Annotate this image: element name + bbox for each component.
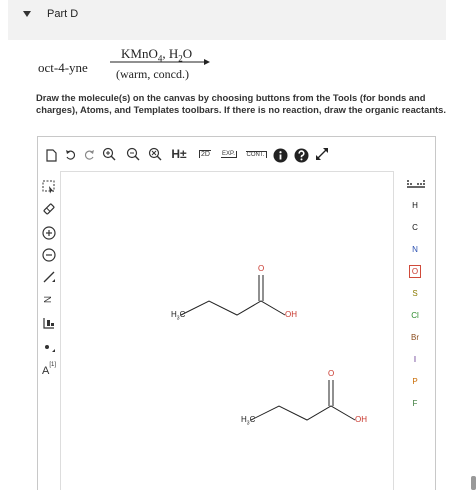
molecule-1-methyl-label: H3C — [171, 310, 186, 322]
atom-panel: H C N O S Cl Br I P F — [397, 171, 435, 490]
two-d-label: 2D — [199, 150, 211, 158]
atom-label-tool-superscript: [1] — [49, 362, 56, 368]
periodic-table-icon[interactable] — [407, 177, 425, 188]
atom-nitrogen[interactable]: N — [397, 245, 433, 254]
negative-charge-icon[interactable] — [38, 245, 60, 265]
reaction-arrow-icon — [110, 59, 210, 65]
molecule-editor: H± 2D EXP. CONT. N A [1] H3C O OH H3C O … — [37, 136, 436, 490]
expand-button[interactable]: EXP. — [218, 146, 240, 162]
zoom-out-icon[interactable] — [125, 146, 141, 162]
template-icon[interactable] — [38, 313, 60, 333]
help-icon[interactable] — [293, 147, 309, 163]
collapse-triangle-icon[interactable] — [23, 11, 31, 17]
molecule-1-hydroxyl: OH — [285, 310, 297, 319]
atom-label-tool-text: A — [41, 365, 50, 377]
info-icon[interactable] — [272, 147, 288, 163]
contract-button[interactable]: CONT. — [242, 146, 270, 162]
instructions: Draw the molecule(s) on the canvas by ch… — [36, 92, 446, 115]
contract-label: CONT. — [245, 150, 267, 158]
molecule-2-hydroxyl: OH — [355, 415, 367, 424]
radical-dot-icon[interactable] — [38, 337, 60, 357]
reaction-conditions: (warm, concd.) — [116, 67, 189, 81]
zoom-in-icon[interactable] — [101, 146, 117, 162]
expand-label: EXP. — [221, 150, 237, 158]
positive-charge-icon[interactable] — [38, 223, 60, 243]
atom-iodine[interactable]: I — [397, 355, 433, 364]
top-toolbar: H± 2D EXP. CONT. — [38, 137, 435, 171]
two-d-button[interactable]: 2D — [194, 146, 216, 162]
redo-icon[interactable] — [82, 147, 96, 163]
drawing-canvas[interactable]: H3C O OH H3C O OH — [60, 171, 394, 490]
atom-carbon[interactable]: C — [397, 223, 433, 232]
atom-sulfur[interactable]: S — [397, 289, 433, 298]
atom-label-tool[interactable]: A [1] — [38, 357, 60, 379]
molecule-2-methyl-label: H3C — [241, 415, 256, 427]
molecule-1-carbonyl-oxygen: O — [258, 264, 265, 273]
part-header[interactable]: Part D — [8, 0, 446, 40]
nitrogen-tool-label: N — [43, 295, 55, 303]
new-document-icon[interactable] — [44, 147, 58, 163]
molecule-2-carbonyl-oxygen: O — [328, 369, 335, 378]
reactant-name: oct-4-yne — [38, 60, 88, 75]
molecule-2-bonds — [250, 380, 356, 421]
atom-hydrogen[interactable]: H — [397, 201, 433, 210]
fullscreen-icon[interactable] — [314, 146, 330, 162]
selection-tool-icon[interactable] — [38, 177, 60, 197]
atom-chlorine[interactable]: Cl — [397, 311, 433, 320]
atom-phosphorus[interactable]: P — [397, 377, 433, 386]
eraser-icon[interactable] — [38, 199, 60, 219]
molecule-1-bonds — [180, 275, 286, 316]
single-bond-icon[interactable] — [38, 267, 60, 287]
page-scrollbar[interactable] — [471, 476, 476, 490]
clear-zoom-icon[interactable] — [147, 146, 163, 162]
atom-fluorine[interactable]: F — [397, 399, 433, 408]
nitrogen-bond-icon[interactable]: N — [38, 289, 60, 309]
h-toggle-button[interactable]: H± — [168, 147, 190, 161]
atom-bromine[interactable]: Br — [397, 333, 433, 342]
atom-oxygen[interactable]: O — [409, 265, 421, 278]
part-title: Part D — [47, 8, 79, 20]
undo-icon[interactable] — [64, 147, 78, 163]
